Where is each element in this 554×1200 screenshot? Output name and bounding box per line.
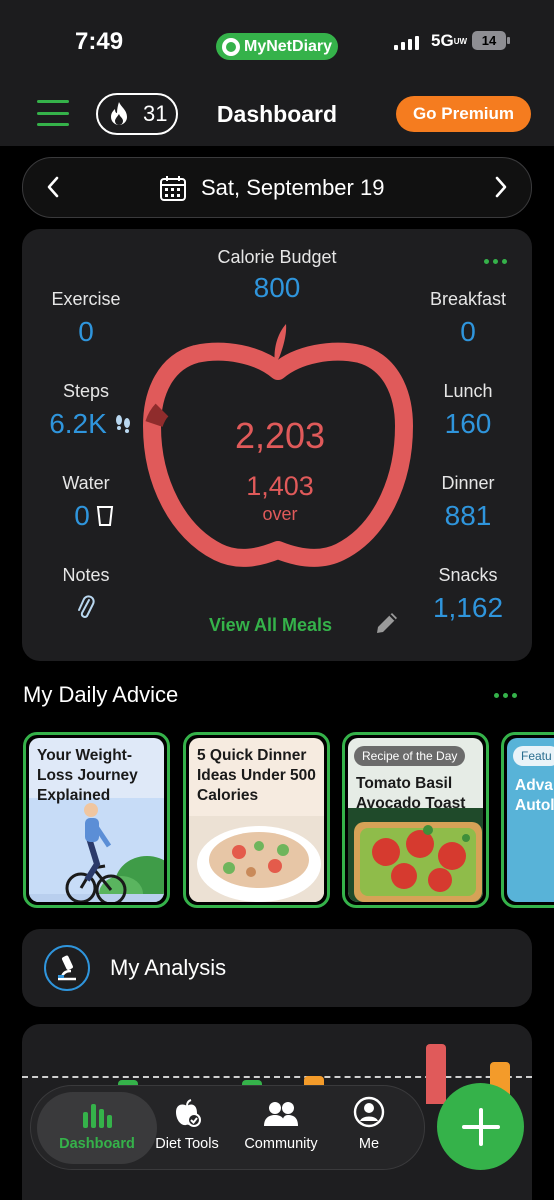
streak-count: 31	[143, 101, 168, 126]
people-icon	[264, 1102, 298, 1126]
lunch-stat[interactable]: Lunch 160	[414, 381, 522, 440]
add-button[interactable]	[437, 1083, 524, 1170]
lunch-label: Lunch	[443, 381, 493, 401]
steps-value: 6.2K	[49, 408, 107, 439]
daily-advice-title: My Daily Advice	[23, 682, 179, 707]
date-selector: Sat, September 19	[22, 157, 532, 218]
my-analysis-title: My Analysis	[110, 955, 227, 980]
network-label: 5GUW	[431, 31, 468, 50]
nav-community[interactable]: Community	[236, 1092, 326, 1164]
salad-bowl-illustration	[189, 816, 324, 902]
bottom-nav: Dashboard Diet Tools Community Me	[30, 1085, 425, 1170]
status-bar: 7:49 MyNetDiary 5GUW 14	[0, 0, 554, 80]
notes-stat[interactable]: Notes	[36, 565, 136, 627]
dinner-label: Dinner	[441, 473, 495, 493]
chevron-right-icon[interactable]	[487, 174, 513, 200]
water-glass-icon	[96, 506, 113, 526]
water-stat[interactable]: Water 0	[36, 473, 136, 532]
advice-card[interactable]: 5 Quick Dinner Ideas Under 500 Calories	[183, 732, 330, 908]
view-all-meals-link[interactable]: View All Meals	[209, 615, 332, 636]
featured-badge: Featu	[513, 746, 554, 766]
current-date: Sat, September 19	[201, 175, 385, 200]
nav-me[interactable]: Me	[339, 1092, 399, 1164]
dinner-stat[interactable]: Dinner 881	[414, 473, 522, 532]
chevron-left-icon[interactable]	[41, 174, 67, 200]
advice-card-title: 5 Quick Dinner Ideas Under 500 Calories	[197, 747, 316, 804]
notes-label: Notes	[62, 565, 110, 585]
snacks-stat[interactable]: Snacks 1,162	[414, 565, 522, 624]
paperclip-icon	[78, 595, 95, 618]
breakfast-label: Breakfast	[429, 289, 507, 309]
advice-card[interactable]: Featu Adva Autol	[501, 732, 554, 908]
person-icon	[353, 1096, 385, 1128]
nav-diet-tools[interactable]: Diet Tools	[151, 1092, 223, 1164]
microscope-icon	[44, 945, 90, 991]
apple-check-icon	[176, 1099, 201, 1127]
app-indicator-pill[interactable]: MyNetDiary	[216, 33, 338, 60]
nav-dashboard[interactable]: Dashboard	[37, 1092, 157, 1164]
status-time: 7:49	[75, 28, 124, 55]
calendar-icon	[160, 176, 186, 201]
water-value: 0	[74, 500, 90, 531]
streak-badge[interactable]: 31	[96, 93, 178, 135]
recipe-badge: Recipe of the Day	[354, 746, 466, 766]
nav-label: Diet Tools	[155, 1136, 219, 1152]
water-value-row: 0	[52, 500, 136, 532]
advice-more-icon[interactable]	[494, 693, 517, 698]
steps-value-row: 6.2K	[46, 408, 136, 440]
battery-icon: 14	[472, 31, 510, 50]
water-label: Water	[62, 473, 110, 493]
exercise-value: 0	[78, 316, 94, 347]
bar-chart-icon	[83, 1104, 112, 1128]
footsteps-icon	[115, 415, 130, 433]
calorie-summary-card: Calorie Budget 800 Exercise 0 Steps 6.2K…	[22, 229, 532, 661]
pencil-icon[interactable]	[373, 609, 401, 637]
advice-carousel[interactable]: Your Weight-Loss Journey Explained 5 Qui…	[23, 732, 554, 908]
flame-icon	[111, 102, 127, 125]
app-header: 31 Dashboard Go Premium	[0, 80, 554, 146]
go-premium-button[interactable]: Go Premium	[396, 96, 531, 132]
nav-label: Community	[244, 1136, 318, 1152]
advice-card[interactable]: Your Weight-Loss Journey Explained	[23, 732, 170, 908]
my-analysis-row[interactable]: My Analysis	[22, 929, 532, 1007]
network-suffix: UW	[453, 36, 468, 46]
apple-center-values: 2,203 1,403 over	[140, 415, 420, 525]
advice-card-title: Your Weight-Loss Journey Explained	[37, 747, 138, 804]
more-options-icon[interactable]	[484, 259, 507, 264]
battery-level: 14	[481, 33, 497, 48]
advice-card-title: Adva Autol	[515, 777, 554, 814]
over-label: over	[262, 504, 298, 524]
app-logo-icon	[222, 37, 240, 56]
breakfast-value: 0	[460, 316, 476, 347]
nav-label: Me	[358, 1136, 380, 1152]
steps-stat[interactable]: Steps 6.2K	[36, 381, 136, 440]
nav-label: Dashboard	[59, 1136, 135, 1152]
over-value: 1,403	[246, 471, 314, 501]
dinner-value: 881	[444, 500, 492, 531]
snacks-value: 1,162	[432, 592, 504, 623]
budget-line	[22, 1076, 532, 1078]
exercise-label: Exercise	[51, 289, 121, 309]
app-name: MyNetDiary	[244, 37, 333, 55]
plus-icon	[461, 1107, 500, 1146]
snacks-label: Snacks	[438, 565, 498, 585]
calorie-budget-label: Calorie Budget	[217, 247, 337, 267]
chart-bar	[426, 1044, 446, 1104]
breakfast-stat[interactable]: Breakfast 0	[414, 289, 522, 348]
date-display[interactable]: Sat, September 19	[159, 174, 384, 202]
advice-card[interactable]: Recipe of the Day Tomato Basil Avocado T…	[342, 732, 489, 908]
cyclist-illustration	[29, 798, 164, 902]
lunch-value: 160	[444, 408, 492, 439]
exercise-stat[interactable]: Exercise 0	[36, 289, 136, 348]
total-calories: 2,203	[234, 415, 326, 456]
avocado-toast-illustration	[348, 808, 483, 902]
advice-card-title: Tomato Basil Avocado Toast	[356, 775, 466, 812]
steps-label: Steps	[62, 381, 110, 401]
menu-icon[interactable]	[37, 100, 69, 126]
signal-icon	[394, 36, 419, 50]
